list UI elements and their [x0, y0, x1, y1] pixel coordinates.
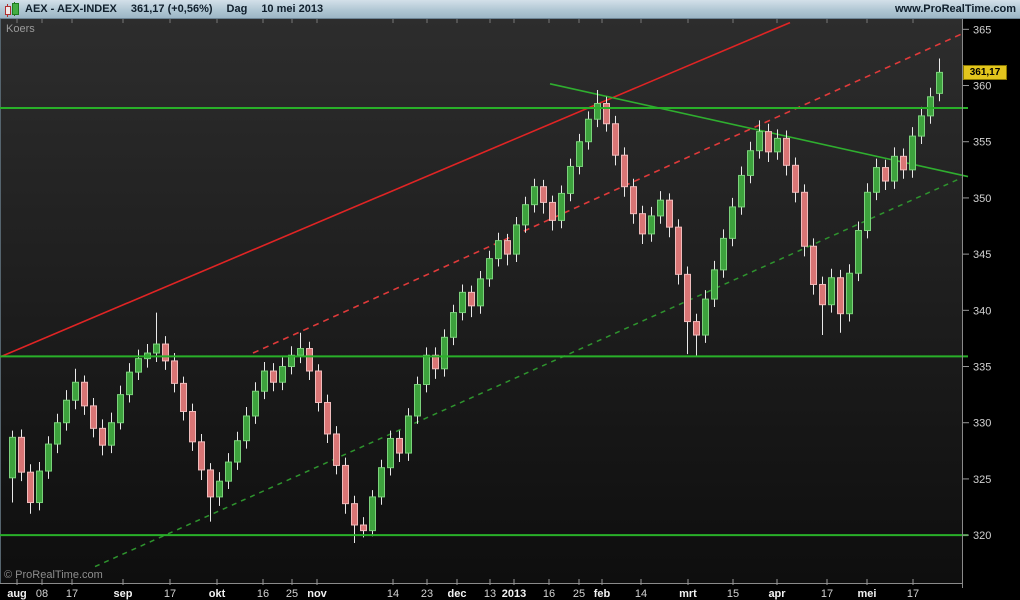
date-tick-label: 17 — [164, 588, 176, 600]
date-tick-label: okt — [209, 588, 226, 600]
green-candle-glyph — [12, 3, 19, 15]
date-tick-label: apr — [768, 588, 786, 600]
price-tick-label: 325 — [973, 474, 991, 486]
pane-label: Koers — [6, 23, 35, 35]
left-window-edge — [0, 18, 1, 583]
date-tick-label: 23 — [421, 588, 433, 600]
candle — [802, 184, 808, 256]
chart-title-bar: AEX - AEX-INDEX 361,17 (+0,56%) Dag 10 m… — [0, 0, 1020, 19]
price-tick-label: 320 — [973, 530, 991, 542]
date-tick-label: 13 — [484, 588, 496, 600]
candle — [406, 408, 412, 461]
candle — [370, 490, 376, 536]
date-tick-label: 25 — [573, 588, 585, 600]
last-price-and-change: 361,17 (+0,56%) — [131, 3, 213, 15]
session-date: 10 mei 2013 — [261, 3, 323, 15]
date-tick-label: 2013 — [502, 588, 526, 600]
prorealtime-watermark: © ProRealTime.com — [4, 569, 103, 581]
date-tick-label: nov — [307, 588, 327, 600]
date-tick-label: 17 — [821, 588, 833, 600]
candle — [847, 264, 853, 321]
last-price-badge: 361,17 — [963, 65, 1007, 80]
date-tick-label: sep — [114, 588, 133, 600]
price-tick-label: 345 — [973, 249, 991, 261]
date-tick-label: 14 — [387, 588, 399, 600]
price-tick-label: 330 — [973, 418, 991, 430]
date-tick-label: feb — [594, 588, 611, 600]
date-tick-label: 17 — [66, 588, 78, 600]
candle — [676, 219, 682, 284]
price-chart-canvas[interactable]: 365 360 355 350 345 340 335 330 325 320 aug 08 17 sep… — [0, 0, 1020, 600]
price-tick-label: 340 — [973, 305, 991, 317]
candle — [856, 222, 862, 282]
red-candle-glyph — [5, 6, 11, 15]
date-tick-label: 14 — [635, 588, 647, 600]
price-tick-label: 360 — [973, 81, 991, 93]
candlestick-chart-icon — [4, 2, 19, 16]
price-tick-label: 365 — [973, 24, 991, 36]
date-tick-label: aug — [7, 588, 27, 600]
date-tick-label: mei — [858, 588, 877, 600]
prorealtime-website-link[interactable]: www.ProRealTime.com — [895, 3, 1016, 15]
timeframe-label: Dag — [227, 3, 248, 15]
date-tick-label: 25 — [286, 588, 298, 600]
date-tick-label: 17 — [907, 588, 919, 600]
price-tick-label: 350 — [973, 193, 991, 205]
instrument-name: AEX - AEX-INDEX — [25, 3, 117, 15]
date-tick-label: 08 — [36, 588, 48, 600]
date-tick-label: 15 — [727, 588, 739, 600]
price-tick-label: 355 — [973, 137, 991, 149]
prorealtime-window: AEX - AEX-INDEX 361,17 (+0,56%) Dag 10 m… — [0, 0, 1020, 600]
date-tick-label: 16 — [257, 588, 269, 600]
date-tick-label: mrt — [679, 588, 697, 600]
date-tick-label: dec — [448, 588, 467, 600]
price-tick-label: 335 — [973, 362, 991, 374]
date-tick-label: 16 — [543, 588, 555, 600]
